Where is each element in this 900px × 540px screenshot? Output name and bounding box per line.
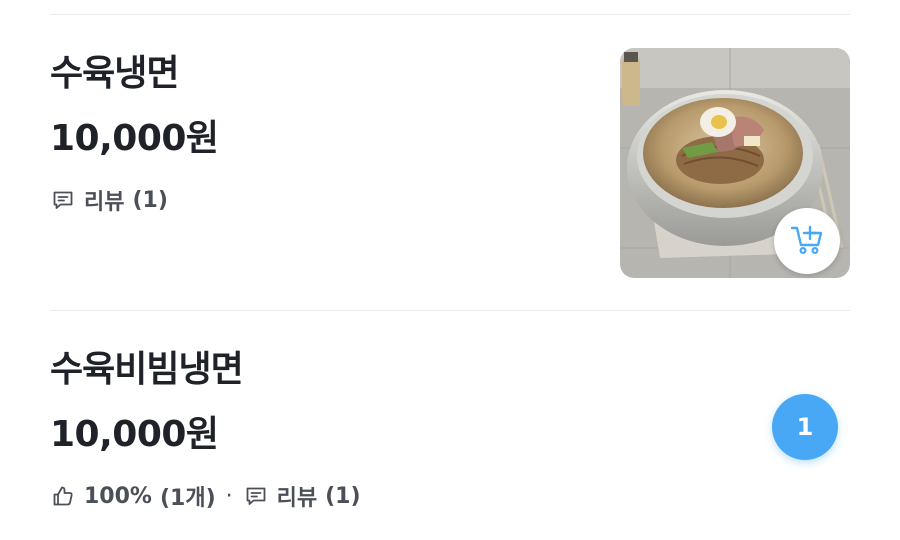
rating-review-row: 100% (1개) · 리뷰 (1) <box>50 480 361 512</box>
menu-item-price: 10,000원 <box>50 414 219 455</box>
review-row: 리뷰 (1) <box>50 184 168 216</box>
divider <box>50 310 850 311</box>
menu-item-suyuk-naengmyeon[interactable]: 수육냉면 10,000원 리뷰 (1) <box>50 44 850 284</box>
add-to-cart-button[interactable] <box>774 208 840 274</box>
cart-quantity-badge[interactable]: 1 <box>772 394 838 460</box>
menu-item-price: 10,000원 <box>50 118 219 159</box>
menu-item-name: 수육비빔냉면 <box>50 349 244 390</box>
review-speech-bubble-icon <box>50 187 76 213</box>
divider <box>50 14 850 15</box>
add-to-cart-icon <box>789 221 825 261</box>
like-percent: 100% <box>84 483 152 509</box>
thumbs-up-icon <box>50 483 76 509</box>
separator-dot: · <box>225 483 233 509</box>
menu-item-name: 수육냉면 <box>50 53 179 94</box>
menu-list: 수육냉면 10,000원 리뷰 (1) 수육비빔냉면 10,000원 100% … <box>0 0 900 540</box>
review-count: (1) <box>132 187 168 213</box>
review-label: 리뷰 <box>84 190 125 215</box>
review-count: (1) <box>325 483 361 509</box>
menu-item-suyuk-bibim-naengmyeon[interactable]: 수육비빔냉면 10,000원 100% (1개) · 리뷰 (1) 1 <box>50 340 850 530</box>
like-count: (1개) <box>159 486 216 511</box>
review-speech-bubble-icon <box>243 483 269 509</box>
review-label: 리뷰 <box>276 486 318 511</box>
